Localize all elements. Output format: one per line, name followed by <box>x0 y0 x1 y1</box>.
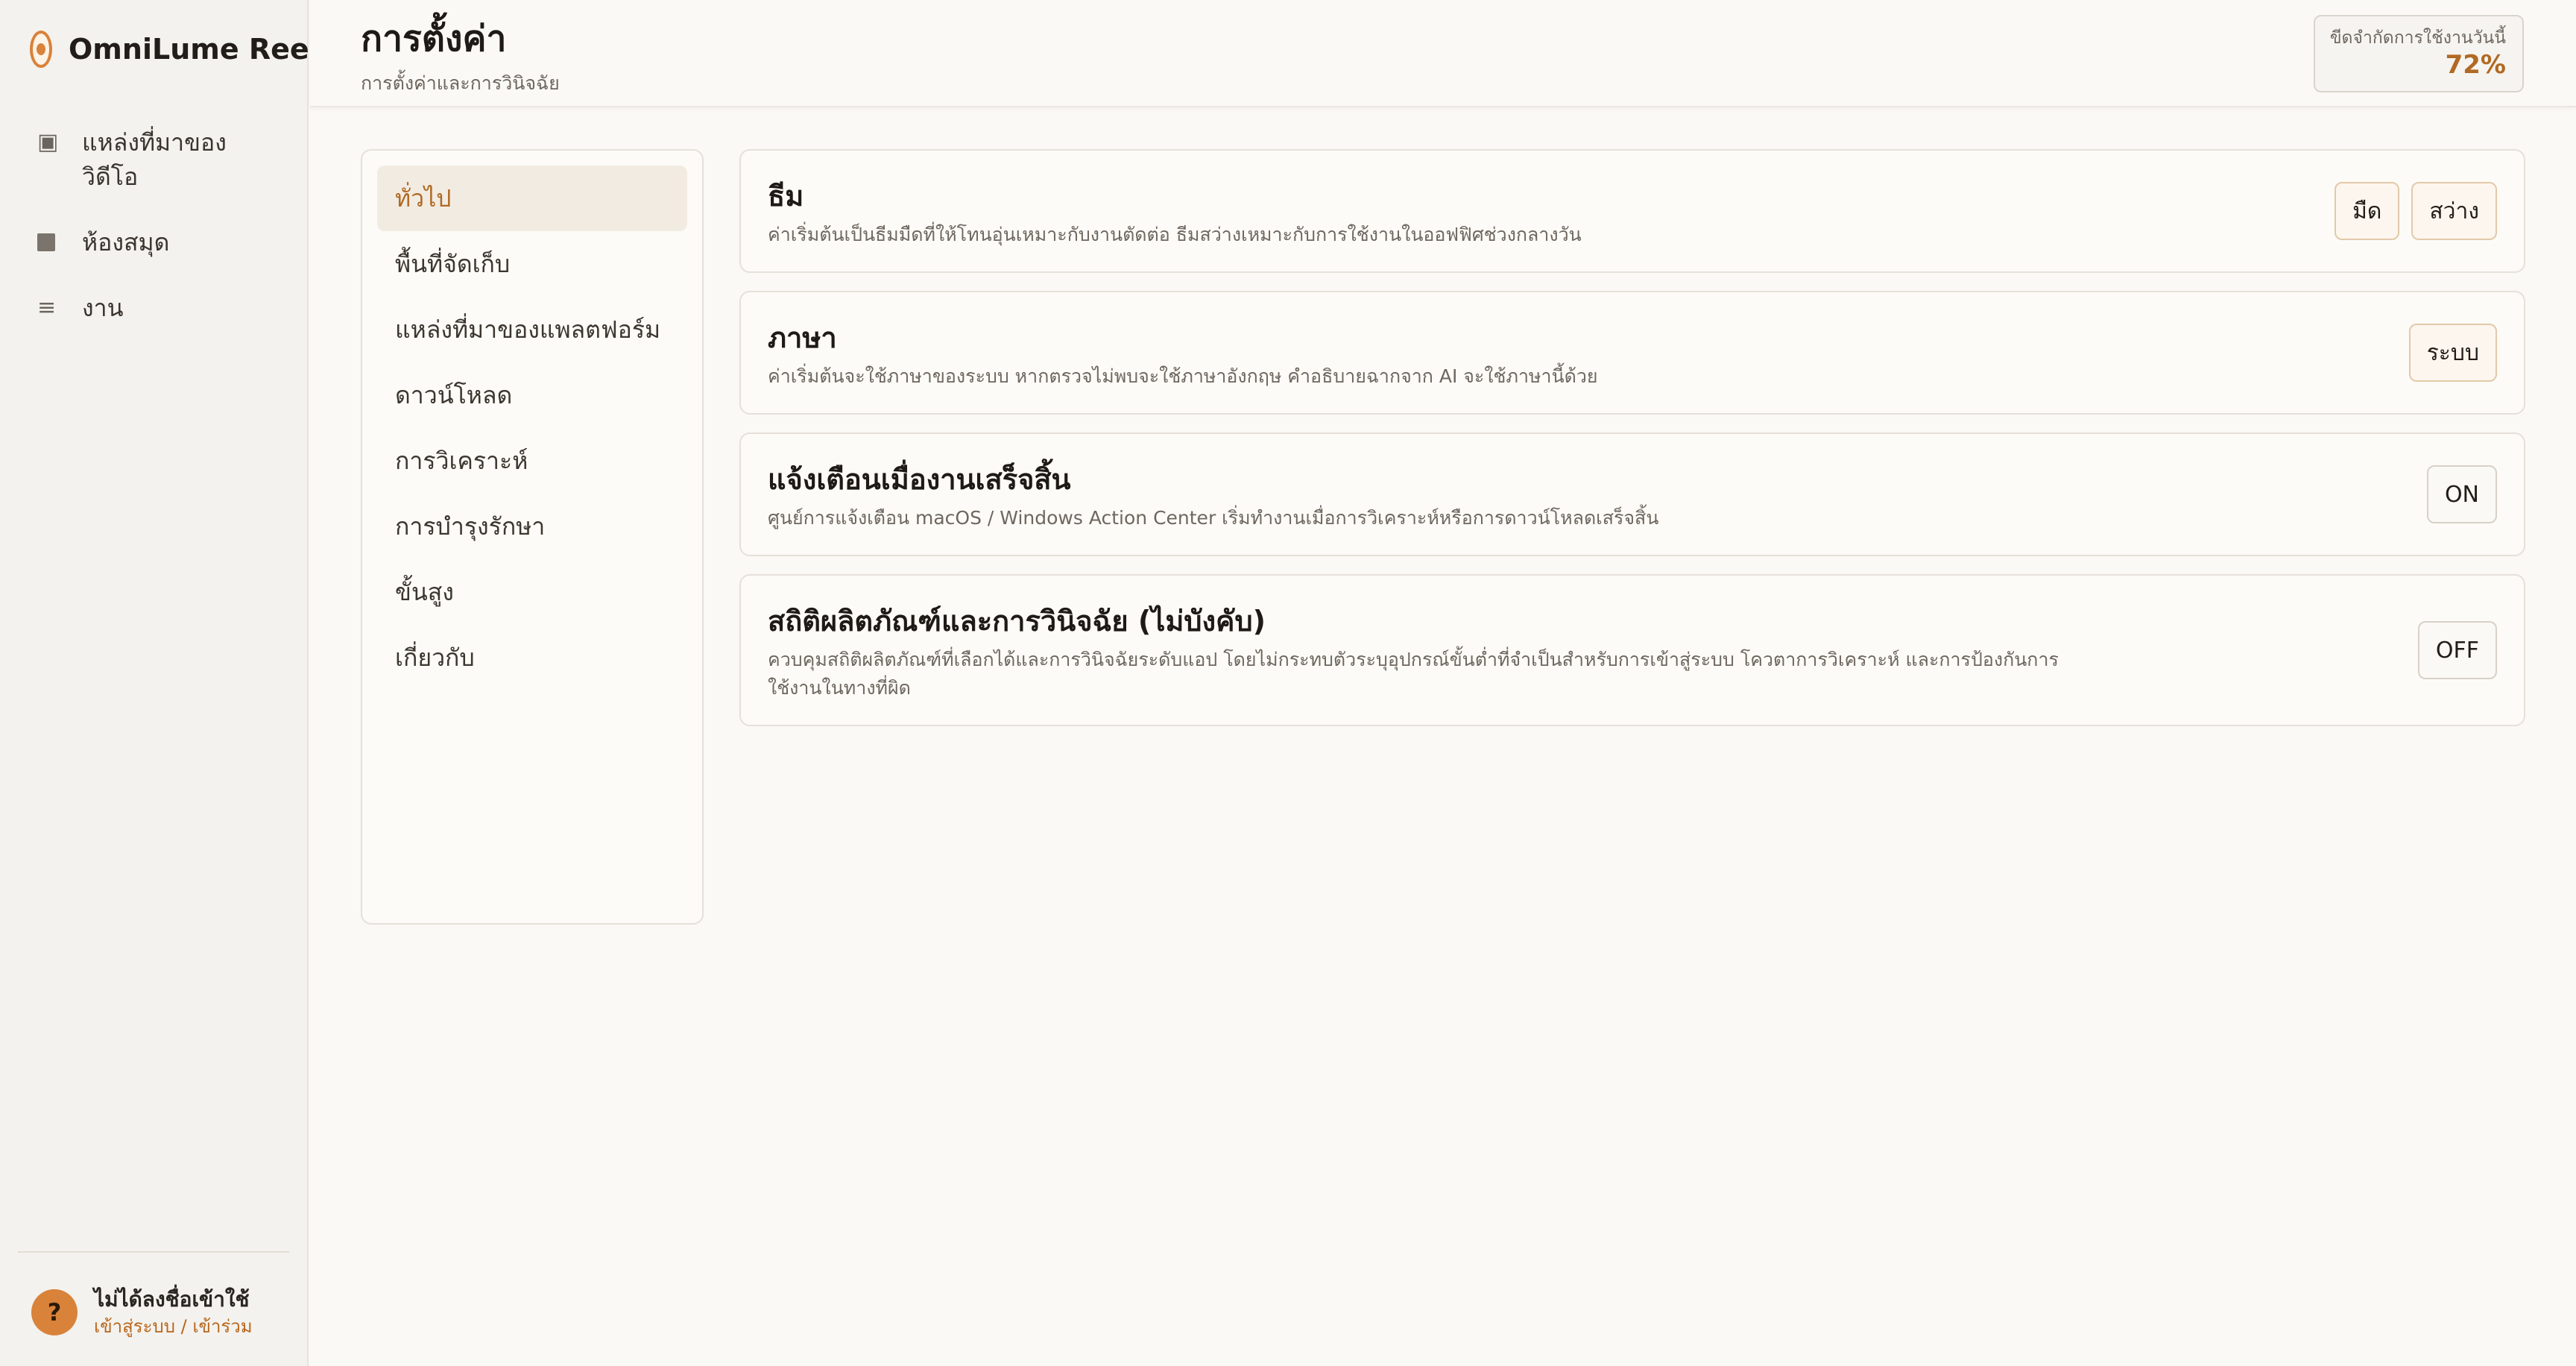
logo-icon <box>30 31 52 68</box>
settings-nav-storage[interactable]: พื้นที่จัดเก็บ <box>377 231 687 297</box>
theme-setting-card: ธีม ค่าเริ่มต้นเป็นธีมมืดที่ให้โทนอุ่นเห… <box>739 149 2525 273</box>
theme-light-button[interactable]: สว่าง <box>2411 182 2497 240</box>
page-subtitle: การตั้งค่าและการวินิจฉัย <box>361 72 560 94</box>
card-title: ธีม <box>768 180 804 213</box>
app-name: OmniLume Reel <box>69 33 319 66</box>
sidebar-item-label: ห้องสมุด <box>82 228 170 256</box>
settings-nav-downloads[interactable]: ดาวน์โหลด <box>377 362 687 428</box>
card-description: ค่าเริ่มต้นเป็นธีมมืดที่ให้โทนอุ่นเหมาะก… <box>768 224 1582 245</box>
sidebar-item-video-sources[interactable]: ▣ แหล่งที่มาของวิดีโอ <box>30 125 283 194</box>
brand[interactable]: OmniLume Reel <box>30 30 319 69</box>
settings-nav-maintenance[interactable]: การบำรุงรักษา <box>377 494 687 559</box>
sidebar-item-label: แหล่งที่มาของวิดีโอ <box>82 128 227 191</box>
settings-nav-general[interactable]: ทั่วไป <box>377 166 687 231</box>
notification-toggle[interactable]: ON <box>2426 465 2497 523</box>
telemetry-setting-card: สถิติผลิตภัณฑ์และการวินิจฉัย (ไม่บังคับ)… <box>739 574 2525 726</box>
card-description: ค่าเริ่มต้นจะใช้ภาษาของระบบ หากตรวจไม่พบ… <box>768 365 1598 387</box>
avatar[interactable]: ? <box>31 1289 78 1335</box>
quota-label: ขีดจำกัดการใช้งานวันนี้ <box>2329 28 2506 48</box>
settings-nav-about[interactable]: เกี่ยวกับ <box>377 625 687 690</box>
tasks-icon: ≡ <box>37 295 57 321</box>
sidebar-nav: ▣ แหล่งที่มาของวิดีโอ ห้องสมุด ≡ งาน <box>30 125 283 356</box>
settings-nav-platform-sources[interactable]: แหล่งที่มาของแพลตฟอร์ม <box>377 297 687 362</box>
card-description: ควบคุมสถิติผลิตภัณฑ์ที่เลือกได้และการวิน… <box>768 649 2059 699</box>
library-icon <box>30 225 67 259</box>
card-title: ภาษา <box>768 321 837 354</box>
sidebar-item-label: งาน <box>82 294 124 322</box>
notification-setting-card: แจ้งเตือนเมื่องานเสร็จสิ้น ศูนย์การแจ้งเ… <box>739 432 2525 556</box>
language-select-button[interactable]: ระบบ <box>2408 324 2497 382</box>
usage-quota-badge: ขีดจำกัดการใช้งานวันนี้ 72% <box>2314 15 2524 92</box>
sidebar-item-tasks[interactable]: ≡ งาน <box>30 291 283 325</box>
sidebar-item-library[interactable]: ห้องสมุด <box>30 225 283 259</box>
page-title: การตั้งค่า <box>361 18 507 60</box>
settings-nav-analysis[interactable]: การวิเคราะห์ <box>377 428 687 494</box>
user-account: ? ไม่ได้ลงชื่อเข้าใช้ เข้าสู่ระบบ / เข้า… <box>18 1251 289 1339</box>
user-status: ไม่ได้ลงชื่อเข้าใช้ <box>94 1287 250 1312</box>
settings-nav-advanced[interactable]: ขั้นสูง <box>377 559 687 625</box>
login-link[interactable]: เข้าสู่ระบบ / เข้าร่วม <box>94 1314 253 1339</box>
theme-dark-button[interactable]: มืด <box>2334 182 2400 240</box>
quota-value: 72% <box>2445 50 2506 80</box>
page-header: การตั้งค่า การตั้งค่าและการวินิจฉัย ขีดจ… <box>310 0 2576 107</box>
settings-cards: ธีม ค่าเริ่มต้นเป็นธีมมืดที่ให้โทนอุ่นเห… <box>739 149 2525 744</box>
card-title: แจ้งเตือนเมื่องานเสร็จสิ้น <box>768 463 1071 496</box>
language-setting-card: ภาษา ค่าเริ่มต้นจะใช้ภาษาของระบบ หากตรวจ… <box>739 291 2525 415</box>
settings-nav: ทั่วไป พื้นที่จัดเก็บ แหล่งที่มาของแพลตฟ… <box>361 149 704 925</box>
card-title: สถิติผลิตภัณฑ์และการวินิจฉัย (ไม่บังคับ) <box>768 605 1266 638</box>
card-description: ศูนย์การแจ้งเตือน macOS / Windows Action… <box>768 507 1659 529</box>
telemetry-toggle[interactable]: OFF <box>2417 621 2497 679</box>
video-source-icon: ▣ <box>37 129 59 155</box>
sidebar: OmniLume Reel ▣ แหล่งที่มาของวิดีโอ ห้อง… <box>0 0 319 1366</box>
